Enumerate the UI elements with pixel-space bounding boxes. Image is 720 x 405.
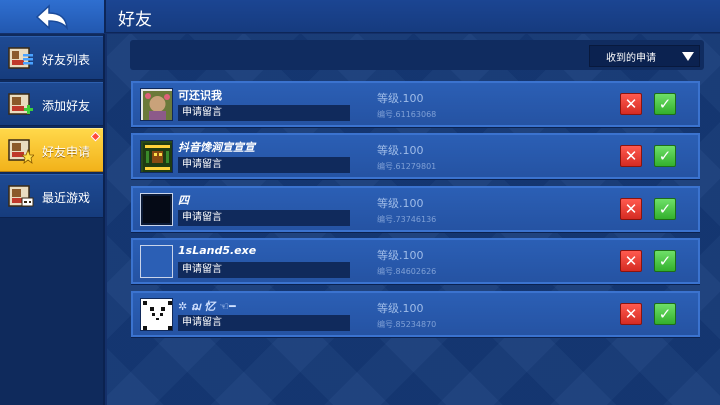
filter-selected-label: 收到的申请 [606,52,656,64]
request-message: 申请留言 [178,105,350,121]
request-message: 申请留言 [178,315,350,331]
sidebar-item-add-friend[interactable]: 添加好友 [0,82,103,126]
avatar[interactable] [140,245,173,278]
friend-name: ✲ ฌ 忆 ☜━ [178,300,236,313]
reject-button[interactable]: ✕ [620,93,642,115]
panda-avatar [143,301,172,330]
reject-button[interactable]: ✕ [620,250,642,272]
check-icon: ✓ [658,200,672,218]
request-filter-dropdown[interactable]: 收到的申请 [589,45,700,67]
friend-list-icon [8,47,33,69]
close-icon: ✕ [624,305,638,323]
accept-button[interactable]: ✓ [654,145,676,167]
friend-request-card: 四 申请留言 等级.100 编号.73746136 ✕ ✓ [131,186,700,232]
close-icon: ✕ [624,252,638,270]
black-avatar [143,196,170,223]
page-title: 好友 [118,10,152,30]
close-icon: ✕ [624,147,638,165]
sidebar-item-label: 最近游戏 [42,191,91,205]
request-message: 申请留言 [178,262,350,278]
avatar[interactable] [140,298,173,331]
accept-button[interactable]: ✓ [654,93,676,115]
close-icon: ✕ [624,200,638,218]
request-message: 申请留言 [178,210,350,226]
add-friend-icon [8,93,33,115]
dropdown-triangle-icon [682,52,694,61]
friend-id: 编号.61163068 [377,110,437,119]
friend-name: 四 [178,194,189,207]
sidebar-item-label: 添加好友 [42,99,91,113]
check-icon: ✓ [658,305,672,323]
sidebar-item-label: 好友申请 [42,145,91,159]
friend-request-card: 可还识我 申请留言 等级.100 编号.61163068 ✕ ✓ [131,81,700,127]
friend-request-card: 1sLand5.exe 申请留言 等级.100 编号.84602626 ✕ ✓ [131,238,700,284]
avatar[interactable] [140,88,173,121]
sidebar-item-recent-games[interactable]: 最近游戏 [0,174,103,218]
notification-dot [90,131,101,142]
friend-id: 编号.61279801 [377,162,437,171]
reject-button[interactable]: ✕ [620,145,642,167]
empty-avatar [143,248,170,275]
friend-level: 等级.100 [377,302,424,315]
sidebar-item-label: 好友列表 [42,53,91,67]
friend-request-card: 抖音馋涧宣宣宣 申请留言 等级.100 编号.61279801 ✕ ✓ [131,133,700,179]
accept-button[interactable]: ✓ [654,303,676,325]
friend-level: 等级.100 [377,197,424,210]
sidebar: 好友列表 添加好友 好友申请 最近游戏 [0,34,105,405]
friend-level: 等级.100 [377,92,424,105]
pixel-art-avatar [143,143,172,172]
main-panel: 收到的申请 可还识我 申请留言 等级.100 编号.61163068 ✕ ✓ 抖… [107,34,720,405]
filter-bar: 收到的申请 [130,40,704,70]
close-icon: ✕ [624,95,638,113]
check-icon: ✓ [658,95,672,113]
recent-games-icon [8,185,34,207]
friend-id: 编号.73746136 [377,215,437,224]
accept-button[interactable]: ✓ [654,198,676,220]
header-bar: 好友 [0,0,720,33]
avatar[interactable] [140,140,173,173]
check-icon: ✓ [658,252,672,270]
reject-button[interactable]: ✕ [620,198,642,220]
avatar[interactable] [140,193,173,226]
reject-button[interactable]: ✕ [620,303,642,325]
friend-level: 等级.100 [377,144,424,157]
back-arrow-icon [35,3,68,30]
friend-level: 等级.100 [377,249,424,262]
back-button[interactable] [0,0,106,33]
photo-avatar [143,91,172,120]
sidebar-item-friend-request[interactable]: 好友申请 [0,128,103,172]
friend-name: 抖音馋涧宣宣宣 [178,141,255,154]
friend-name: 1sLand5.exe [178,244,257,257]
friend-request-card: ✲ ฌ 忆 ☜━ 申请留言 等级.100 编号.85234870 ✕ ✓ [131,291,700,337]
friend-request-icon [8,139,34,164]
friend-id: 编号.85234870 [377,320,437,329]
friend-id: 编号.84602626 [377,267,437,276]
request-message: 申请留言 [178,157,350,173]
friend-name: 可还识我 [178,89,222,102]
accept-button[interactable]: ✓ [654,250,676,272]
sidebar-item-friend-list[interactable]: 好友列表 [0,36,103,80]
check-icon: ✓ [658,147,672,165]
